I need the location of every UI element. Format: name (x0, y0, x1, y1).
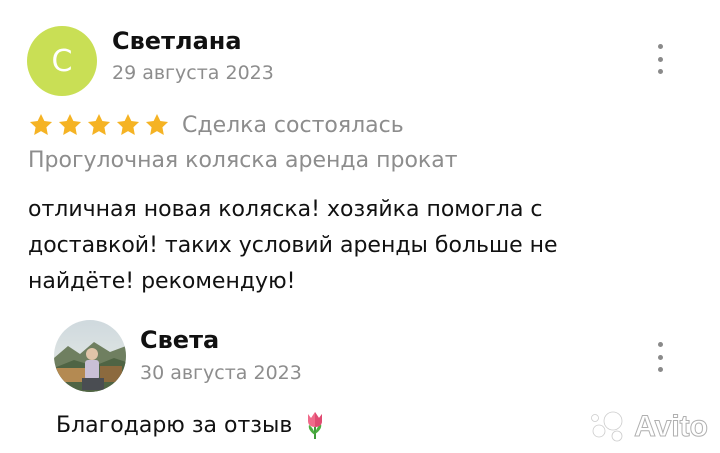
avito-watermark: Avito (588, 410, 708, 444)
reviewer-name: Светлана (112, 27, 242, 55)
reply-text: Благодарю за отзыв (56, 412, 293, 438)
star-icon (145, 113, 169, 135)
avito-logo-icon (590, 410, 624, 443)
reply-author-name: Света (140, 326, 220, 354)
deal-status: Сделка состоялась (182, 112, 404, 138)
reply-avatar (54, 320, 126, 392)
avito-watermark-text: Avito (634, 410, 709, 444)
tulip-icon (308, 412, 323, 439)
star-icon (58, 113, 82, 135)
item-title[interactable]: Прогулочная коляска аренда прокат (28, 148, 458, 173)
review-text: отличная новая коляска! хозяйка помогла … (28, 197, 558, 294)
reviewer-avatar-letter: С (51, 43, 73, 79)
review-date: 29 августа 2023 (112, 62, 274, 84)
star-rating (28, 112, 170, 138)
reply-date: 30 августа 2023 (140, 362, 302, 384)
star-icon (116, 113, 140, 135)
star-icon (87, 113, 111, 135)
reply-more-menu-icon[interactable] (654, 342, 666, 372)
star-icon (29, 113, 53, 135)
review-more-menu-icon[interactable] (654, 44, 666, 74)
rating-row: Сделка состоялась (28, 110, 404, 140)
reply-text-row: Благодарю за отзыв (56, 410, 328, 440)
reviewer-avatar: С (27, 26, 97, 96)
